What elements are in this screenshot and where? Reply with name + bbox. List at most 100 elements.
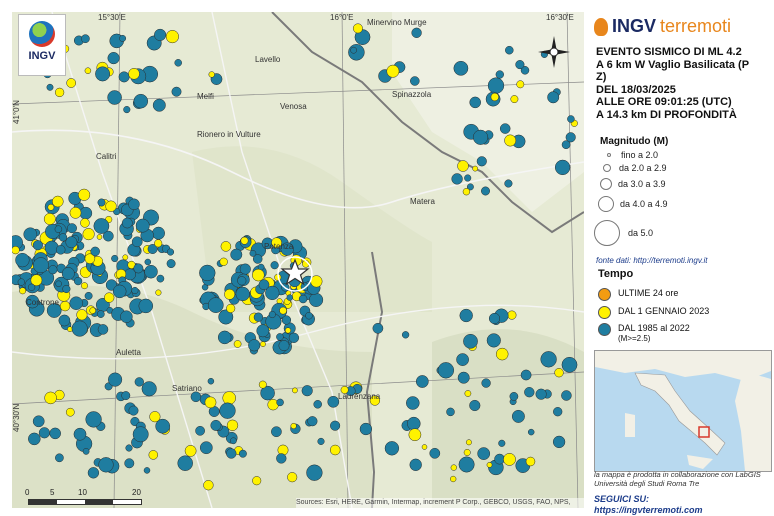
- earthquake-marker-historic[interactable]: [138, 298, 154, 314]
- earthquake-marker-historic[interactable]: [152, 98, 166, 112]
- earthquake-marker-historic[interactable]: [276, 453, 287, 464]
- earthquake-marker-historic[interactable]: [144, 258, 152, 266]
- earthquake-marker-recent[interactable]: [516, 80, 525, 89]
- earthquake-marker-historic[interactable]: [406, 396, 420, 410]
- earthquake-marker-historic[interactable]: [401, 331, 410, 339]
- earthquake-marker-recent[interactable]: [52, 195, 64, 208]
- earthquake-marker-recent[interactable]: [184, 445, 197, 457]
- earthquake-marker-recent[interactable]: [128, 68, 140, 80]
- earthquake-marker-recent[interactable]: [287, 472, 298, 483]
- earthquake-marker-historic[interactable]: [469, 399, 481, 412]
- earthquake-marker-historic[interactable]: [85, 411, 102, 428]
- earthquake-marker-historic[interactable]: [472, 129, 489, 145]
- earthquake-marker-historic[interactable]: [348, 44, 365, 61]
- earthquake-marker-historic[interactable]: [62, 284, 71, 294]
- earthquake-marker-historic[interactable]: [207, 297, 224, 313]
- earthquake-marker-recent[interactable]: [82, 228, 95, 241]
- earthquake-marker-historic[interactable]: [271, 426, 282, 438]
- earthquake-marker-historic[interactable]: [23, 227, 38, 242]
- earthquake-marker-historic[interactable]: [488, 312, 501, 325]
- earthquake-marker-recent[interactable]: [472, 165, 479, 172]
- earthquake-marker-historic[interactable]: [509, 392, 519, 401]
- earthquake-marker-historic[interactable]: [48, 265, 58, 275]
- earthquake-marker-historic[interactable]: [124, 458, 135, 469]
- earthquake-marker-historic[interactable]: [28, 432, 41, 446]
- earthquake-marker-historic[interactable]: [278, 340, 290, 352]
- earthquake-marker-historic[interactable]: [237, 276, 247, 286]
- earthquake-marker-historic[interactable]: [81, 34, 90, 44]
- earthquake-marker-historic[interactable]: [210, 419, 222, 431]
- earthquake-marker-historic[interactable]: [520, 369, 532, 381]
- earthquake-marker-historic[interactable]: [32, 415, 45, 428]
- earthquake-marker-recent[interactable]: [226, 419, 239, 431]
- earthquake-marker-historic[interactable]: [305, 311, 313, 320]
- seismic-map[interactable]: 15°30'E 16°0'E 16°30'E 41°0'N 40°30'N Mi…: [12, 12, 584, 508]
- earthquake-marker-recent[interactable]: [292, 387, 298, 394]
- earthquake-marker-historic[interactable]: [481, 378, 491, 388]
- earthquake-marker-historic[interactable]: [174, 59, 182, 67]
- earthquake-marker-historic[interactable]: [286, 294, 294, 301]
- earthquake-marker-historic[interactable]: [451, 173, 463, 185]
- earthquake-marker-recent[interactable]: [148, 450, 159, 460]
- earthquake-marker-recent[interactable]: [105, 200, 117, 212]
- earthquake-marker-historic[interactable]: [487, 77, 505, 94]
- earthquake-marker-historic[interactable]: [219, 402, 236, 419]
- earthquake-marker-recent[interactable]: [258, 380, 267, 389]
- earthquake-marker-recent[interactable]: [84, 67, 92, 74]
- earthquake-marker-historic[interactable]: [123, 106, 131, 114]
- earthquake-marker-historic[interactable]: [82, 448, 90, 455]
- earthquake-marker-historic[interactable]: [190, 391, 202, 403]
- earthquake-marker-historic[interactable]: [73, 427, 87, 441]
- earthquake-marker-historic[interactable]: [317, 437, 325, 445]
- earthquake-marker-recent[interactable]: [104, 292, 115, 303]
- earthquake-marker-recent[interactable]: [554, 368, 564, 378]
- earthquake-marker-historic[interactable]: [79, 206, 93, 220]
- earthquake-marker-historic[interactable]: [481, 186, 490, 196]
- earthquake-marker-recent[interactable]: [462, 188, 471, 196]
- earthquake-marker-historic[interactable]: [458, 456, 475, 473]
- earthquake-marker-historic[interactable]: [93, 218, 110, 234]
- earthquake-marker-historic[interactable]: [55, 280, 62, 288]
- earthquake-marker-historic[interactable]: [270, 261, 279, 270]
- earthquake-marker-recent[interactable]: [203, 480, 214, 491]
- earthquake-marker-recent[interactable]: [464, 390, 472, 397]
- earthquake-marker-historic[interactable]: [17, 278, 25, 286]
- earthquake-marker-historic[interactable]: [429, 447, 441, 459]
- earthquake-marker-historic[interactable]: [535, 388, 547, 400]
- earthquake-marker-recent[interactable]: [69, 206, 82, 219]
- earthquake-marker-recent[interactable]: [408, 428, 422, 442]
- follow-link[interactable]: https://ingvterremoti.com: [594, 505, 703, 516]
- earthquake-marker-historic[interactable]: [309, 292, 324, 307]
- earthquake-marker-historic[interactable]: [524, 387, 535, 398]
- earthquake-marker-recent[interactable]: [76, 309, 88, 321]
- earthquake-marker-recent[interactable]: [89, 307, 96, 314]
- earthquake-marker-historic[interactable]: [298, 294, 308, 304]
- earthquake-marker-historic[interactable]: [95, 66, 111, 82]
- earthquake-marker-recent[interactable]: [503, 453, 516, 466]
- earthquake-marker-recent[interactable]: [329, 444, 341, 456]
- earthquake-marker-historic[interactable]: [156, 274, 165, 283]
- earthquake-marker-historic[interactable]: [330, 420, 341, 431]
- earthquake-marker-recent[interactable]: [165, 30, 179, 44]
- earthquake-marker-historic[interactable]: [32, 240, 43, 251]
- earthquake-marker-historic[interactable]: [477, 447, 491, 460]
- earthquake-marker-historic[interactable]: [154, 28, 167, 41]
- earthquake-marker-historic[interactable]: [411, 27, 422, 38]
- earthquake-marker-historic[interactable]: [49, 427, 61, 440]
- earthquake-marker-historic[interactable]: [118, 71, 130, 83]
- earthquake-marker-historic[interactable]: [476, 156, 487, 167]
- earthquake-marker-historic[interactable]: [58, 314, 71, 327]
- earthquake-marker-historic[interactable]: [128, 198, 140, 211]
- earthquake-marker-historic[interactable]: [67, 223, 77, 234]
- earthquake-marker-historic[interactable]: [166, 259, 176, 269]
- earthquake-marker-historic[interactable]: [58, 233, 68, 242]
- earthquake-marker-recent[interactable]: [66, 78, 77, 88]
- earthquake-marker-recent[interactable]: [54, 87, 65, 98]
- earthquake-marker-historic[interactable]: [143, 467, 151, 474]
- earthquake-marker-historic[interactable]: [131, 286, 139, 295]
- earthquake-marker-recent[interactable]: [284, 327, 292, 334]
- earthquake-marker-historic[interactable]: [372, 322, 384, 334]
- earthquake-marker-historic[interactable]: [32, 257, 49, 274]
- earthquake-marker-historic[interactable]: [55, 453, 64, 463]
- earthquake-marker-historic[interactable]: [499, 123, 511, 134]
